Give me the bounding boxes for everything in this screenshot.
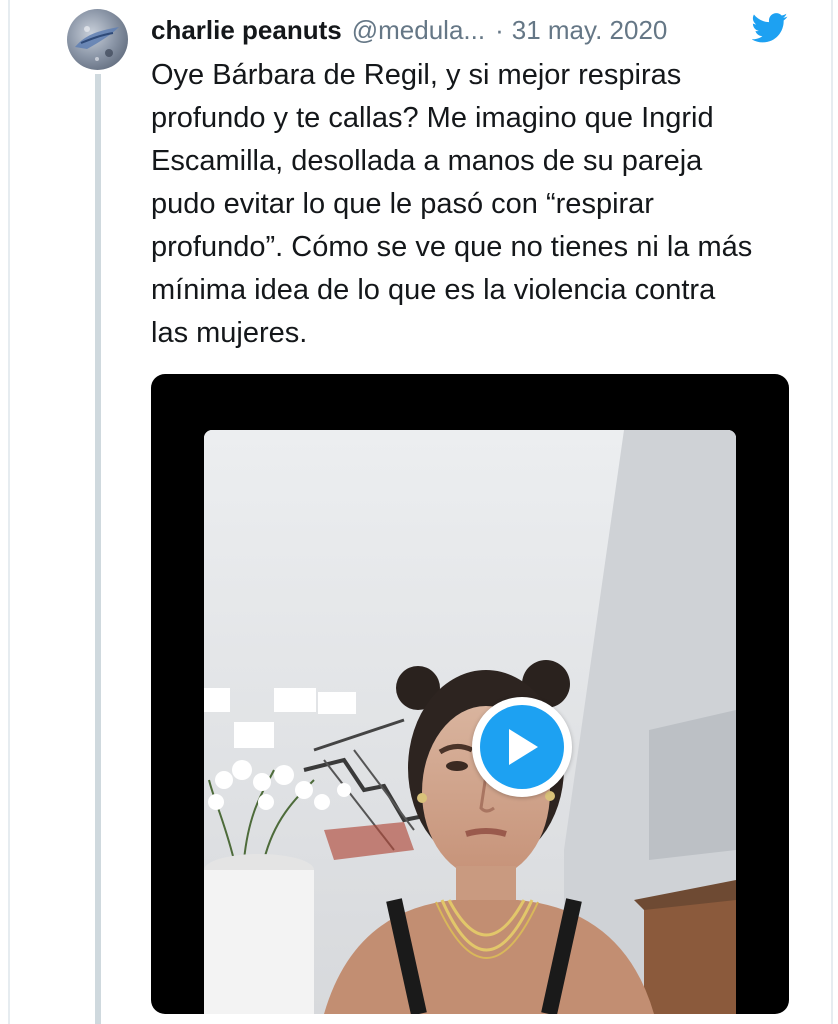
tweet-text-line: las mujeres. <box>151 317 308 349</box>
separator-dot: · <box>495 14 504 45</box>
tweet-text: Oye Bárbara de Regil, y si mejor respira… <box>151 54 811 355</box>
author-handle[interactable]: @medula... <box>352 15 485 46</box>
tweet-text-line: Oye Bárbara de Regil, y si mejor respira… <box>151 59 682 91</box>
author-name[interactable]: charlie peanuts <box>151 15 342 46</box>
timeline-right-border <box>831 0 833 1024</box>
video-thumbnail[interactable] <box>204 430 736 1014</box>
timeline-left-border <box>8 0 10 1024</box>
tweet-video-media[interactable] <box>151 374 789 1014</box>
tweet-text-line: mínima idea de lo que es la violencia co… <box>151 274 716 306</box>
tweet-header: charlie peanuts @medula... · 31 may. 202… <box>151 12 667 48</box>
play-icon <box>480 705 564 789</box>
tweet-text-line: pudo evitar lo que le pasó con “respirar <box>151 188 654 220</box>
tweet-text-line: profundo”. Cómo se ve que no tienes ni l… <box>151 231 753 263</box>
twitter-bird-icon[interactable] <box>751 12 788 44</box>
tweet-text-line: Escamilla, desollada a manos de su parej… <box>151 145 703 177</box>
tweet-date[interactable]: 31 may. 2020 <box>512 15 668 46</box>
play-button[interactable] <box>472 697 572 797</box>
tweet-text-line: profundo y te callas? Me imagino que Ing… <box>151 102 714 134</box>
thread-connector-line <box>95 74 101 1024</box>
avatar[interactable] <box>67 9 128 70</box>
